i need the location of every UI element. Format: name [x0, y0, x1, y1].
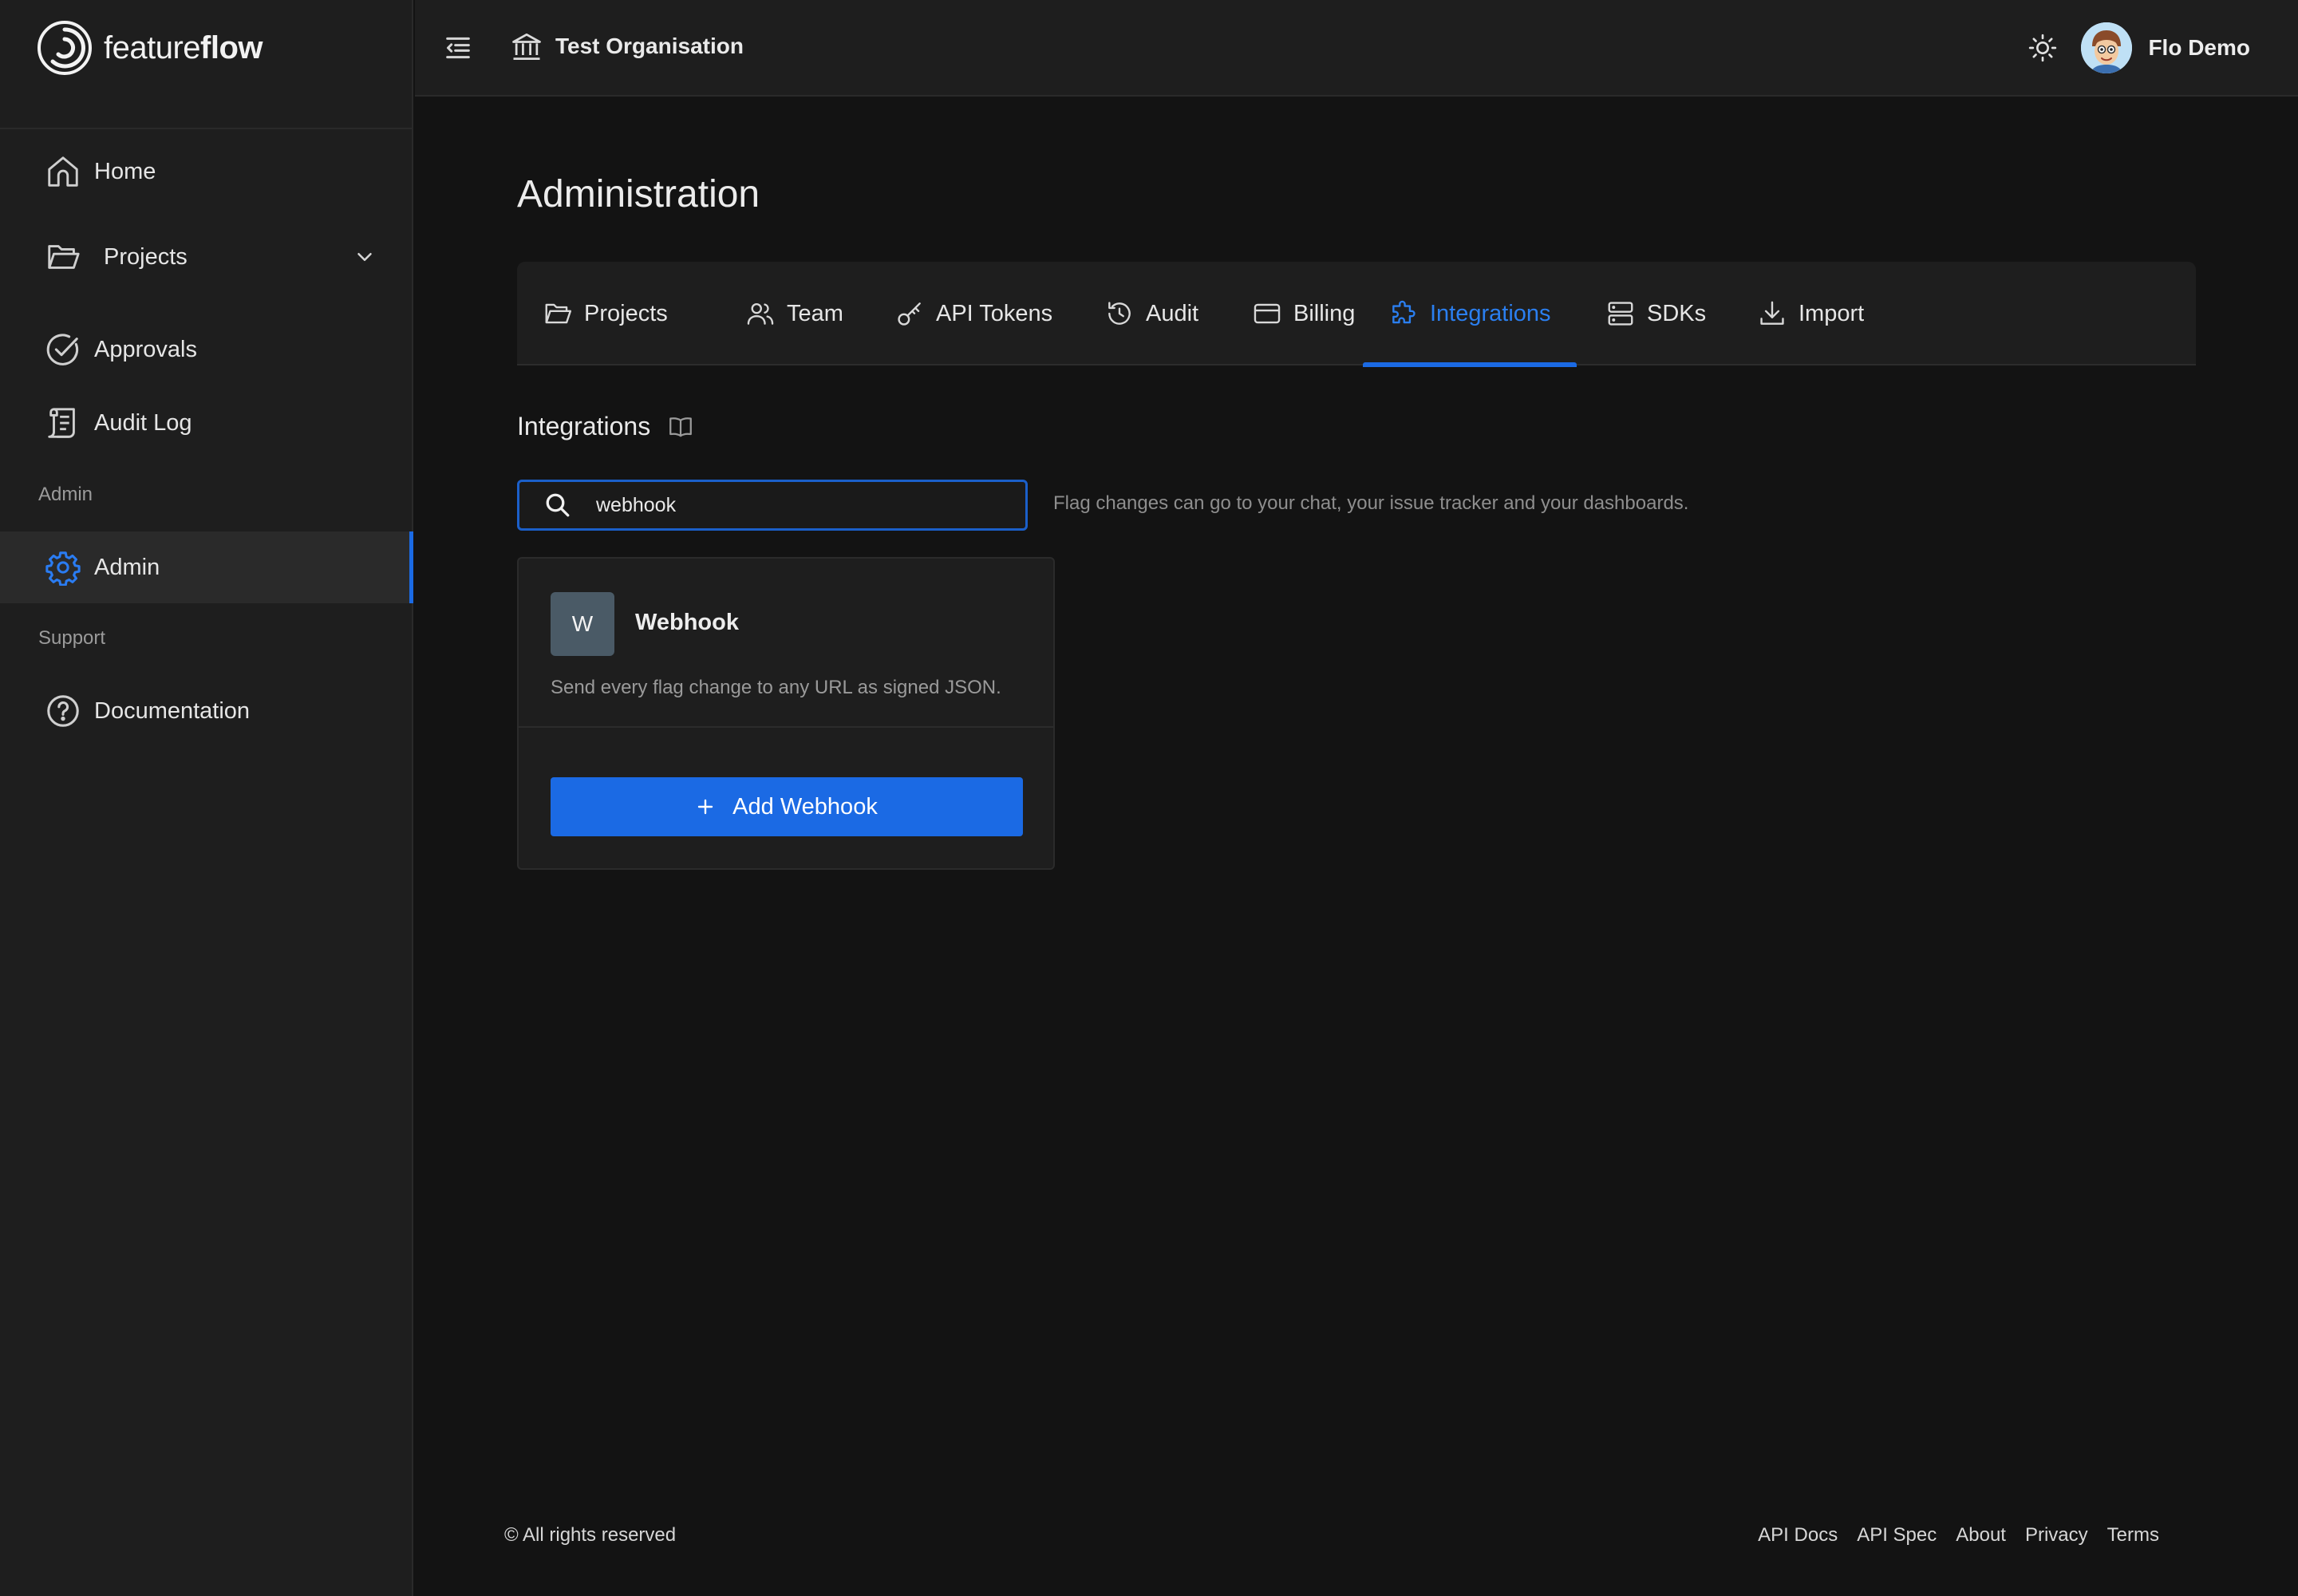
credit-card-icon: [1254, 303, 1281, 324]
sidebar-section-support: Support: [38, 627, 106, 649]
sidebar: featureflow Home Projects Approvals Audi…: [0, 0, 413, 1596]
home-icon: [48, 156, 78, 187]
sidebar-item-label: Admin: [94, 554, 160, 580]
add-webhook-button[interactable]: Add Webhook: [551, 777, 1023, 836]
sidebar-item-label: Audit Log: [94, 409, 192, 436]
question-circle-icon: [47, 695, 79, 727]
folder-open-icon: [48, 245, 80, 269]
tab-integrations[interactable]: Integrations: [1363, 262, 1577, 367]
chevron-down-icon[interactable]: [353, 245, 377, 269]
sidebar-item-projects[interactable]: Projects: [0, 221, 412, 293]
tab-projects[interactable]: Projects: [517, 262, 693, 365]
sidebar-item-label: Home: [94, 158, 156, 184]
avatar: [2081, 22, 2133, 73]
integration-badge: W: [551, 592, 614, 656]
plus-icon: [697, 799, 713, 815]
tab-label: Audit: [1146, 300, 1199, 326]
sidebar-item-home[interactable]: Home: [0, 136, 412, 207]
scroll-icon: [48, 408, 75, 438]
tab-sdks[interactable]: SDKs: [1580, 262, 1731, 365]
search-input[interactable]: [596, 493, 979, 517]
footer-link-api-docs[interactable]: API Docs: [1758, 1524, 1838, 1547]
sun-icon[interactable]: [2027, 32, 2059, 64]
book-open-icon[interactable]: [666, 413, 695, 441]
footer-link-about[interactable]: About: [1956, 1524, 2006, 1547]
section-header: Integrations: [517, 412, 695, 441]
gear-icon: [45, 551, 81, 586]
bank-icon: [512, 33, 541, 60]
tab-label: Projects: [584, 300, 668, 326]
sidebar-item-audit-log[interactable]: Audit Log: [0, 387, 412, 459]
puzzle-icon: [1392, 300, 1416, 324]
folder-open-icon: [545, 303, 572, 324]
integration-description: Send every flag change to any URL as sig…: [551, 677, 1001, 698]
logo-mark-icon: [38, 21, 92, 75]
tab-label: Team: [787, 300, 843, 326]
key-icon: [898, 302, 921, 326]
brand-logo[interactable]: featureflow: [37, 19, 263, 77]
tab-label: Import: [1799, 300, 1865, 326]
sidebar-item-admin[interactable]: Admin: [0, 531, 413, 603]
history-icon: [1108, 302, 1131, 325]
integration-title: Webhook: [635, 610, 739, 635]
sidebar-item-label: Projects: [104, 243, 188, 270]
sidebar-divider: [0, 128, 412, 129]
add-webhook-label: Add Webhook: [732, 793, 878, 820]
admin-tabs: Projects Team API Tokens Audit Billing I…: [517, 262, 2196, 367]
user-menu[interactable]: Flo Demo: [2081, 22, 2250, 73]
tab-api-tokens[interactable]: API Tokens: [869, 262, 1078, 365]
tab-team[interactable]: Team: [720, 262, 869, 365]
footer-link-terms[interactable]: Terms: [2107, 1524, 2159, 1547]
sidebar-item-approvals[interactable]: Approvals: [0, 314, 412, 385]
tab-label: SDKs: [1647, 300, 1707, 326]
page-title: Administration: [517, 173, 760, 215]
search-icon: [546, 493, 570, 517]
organisation-name: Test Organisation: [555, 34, 744, 58]
user-name: Flo Demo: [2148, 35, 2250, 60]
card-divider: [519, 726, 1053, 728]
server-icon: [1608, 302, 1633, 326]
tab-billing[interactable]: Billing: [1226, 262, 1380, 365]
integration-search[interactable]: [517, 480, 1028, 531]
tab-label: API Tokens: [936, 300, 1053, 326]
sidebar-item-documentation[interactable]: Documentation: [0, 675, 412, 747]
section-title: Integrations: [517, 412, 651, 440]
sidebar-item-label: Documentation: [94, 697, 251, 724]
search-hint: Flag changes can go to your chat, your i…: [1053, 492, 1689, 514]
check-circle-icon: [46, 334, 79, 365]
tab-audit[interactable]: Audit: [1079, 262, 1224, 365]
copyright: © All rights reserved: [504, 1524, 677, 1546]
download-icon: [1760, 301, 1784, 325]
footer-link-api-spec[interactable]: API Spec: [1857, 1524, 1937, 1547]
tab-import[interactable]: Import: [1731, 262, 1889, 365]
collapse-menu-icon[interactable]: [442, 32, 474, 64]
tab-label: Integrations: [1430, 300, 1551, 326]
users-icon: [747, 302, 774, 325]
topbar: Test Organisation Flo Demo: [415, 0, 2298, 97]
integration-card-webhook: W Webhook Send every flag change to any …: [517, 557, 1055, 870]
organisation-switcher[interactable]: Test Organisation: [509, 29, 744, 64]
tab-label: Billing: [1293, 300, 1356, 326]
sidebar-item-label: Approvals: [94, 336, 197, 362]
sidebar-section-admin: Admin: [38, 484, 93, 505]
brand-name: featureflow: [104, 30, 263, 65]
footer-links: API Docs API Spec About Privacy Terms: [1739, 1524, 2159, 1547]
footer-link-privacy[interactable]: Privacy: [2025, 1524, 2088, 1547]
